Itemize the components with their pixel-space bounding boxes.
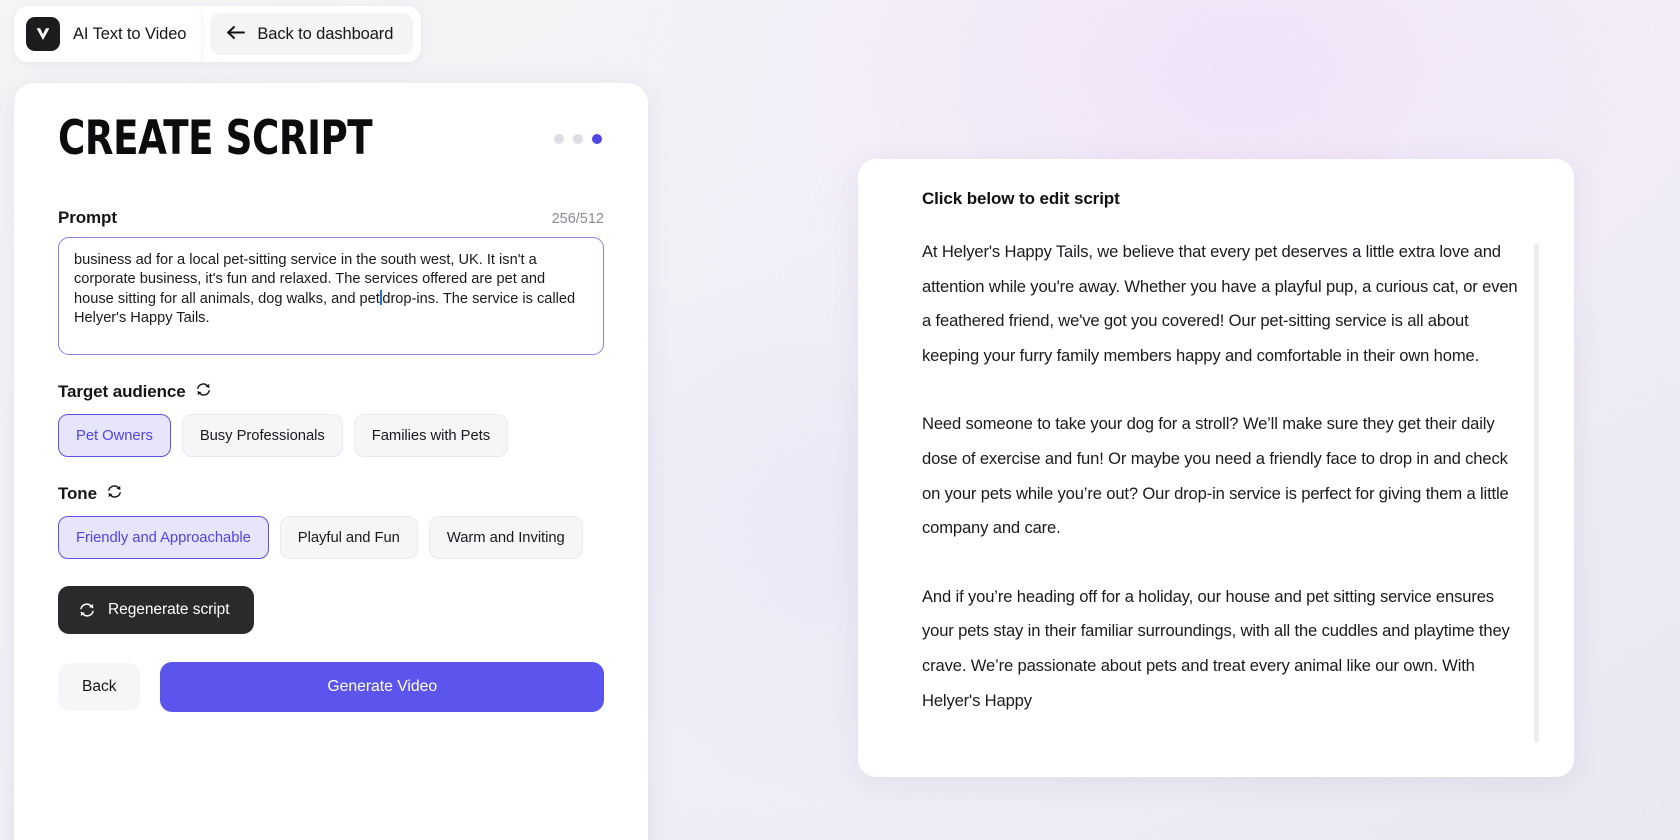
script-body[interactable]: At Helyer's Happy Tails, we believe that… — [922, 235, 1530, 718]
script-paragraph: At Helyer's Happy Tails, we believe that… — [922, 242, 1518, 365]
script-card-title: Click below to edit script — [922, 189, 1120, 208]
back-button[interactable]: Back — [58, 663, 141, 711]
prompt-field-header: Prompt 256/512 — [58, 208, 604, 228]
tone-option-friendly-and-approachable[interactable]: Friendly and Approachable — [58, 516, 269, 559]
target-audience-label: Target audience — [58, 382, 186, 401]
target-audience-option-busy-professionals[interactable]: Busy Professionals — [181, 414, 343, 457]
prompt-input[interactable]: business ad for a local pet-sitting serv… — [58, 237, 604, 355]
regenerate-script-button[interactable]: Regenerate script — [58, 586, 254, 634]
top-bar: AI Text to Video Back to dashboard — [14, 6, 422, 62]
script-scrollbar[interactable] — [1534, 243, 1539, 743]
back-to-dashboard-button[interactable]: Back to dashboard — [210, 13, 414, 55]
create-script-panel: CREATE SCRIPT Prompt 256/512 business ad… — [14, 83, 648, 840]
target-audience-option-pet-owners[interactable]: Pet Owners — [58, 414, 171, 457]
step-indicator — [554, 133, 602, 144]
script-paragraph: Need someone to take your dog for a stro… — [922, 414, 1509, 538]
script-preview-card[interactable]: Click below to edit script At Helyer's H… — [858, 159, 1574, 777]
target-audience-options: Pet Owners Busy Professionals Families w… — [58, 414, 604, 457]
step-dot-3[interactable] — [592, 133, 602, 144]
step-dot-1[interactable] — [554, 133, 564, 144]
prompt-char-counter: 256/512 — [551, 211, 604, 227]
back-to-dashboard-label: Back to dashboard — [257, 24, 394, 43]
target-audience-header: Target audience — [58, 381, 604, 403]
regenerate-script-label: Regenerate script — [108, 601, 230, 618]
tone-options: Friendly and Approachable Playful and Fu… — [58, 516, 604, 559]
refresh-icon[interactable] — [195, 381, 212, 403]
brand-name: AI Text to Video — [73, 24, 187, 43]
tone-label: Tone — [58, 484, 97, 503]
nav-card: Back to dashboard — [204, 6, 422, 62]
tone-header: Tone — [58, 483, 604, 505]
arrow-left-icon — [226, 24, 246, 44]
step-dot-2[interactable] — [573, 133, 583, 144]
brand-card: AI Text to Video — [14, 6, 205, 62]
refresh-icon[interactable] — [106, 483, 123, 505]
refresh-icon — [78, 601, 96, 619]
panel-header: CREATE SCRIPT — [58, 115, 604, 162]
target-audience-option-families-with-pets[interactable]: Families with Pets — [353, 414, 509, 457]
tone-option-warm-and-inviting[interactable]: Warm and Inviting — [428, 516, 583, 559]
prompt-label: Prompt — [58, 208, 117, 227]
script-paragraph: And if you’re heading off for a holiday,… — [922, 586, 1510, 710]
generate-video-button[interactable]: Generate Video — [160, 662, 604, 712]
tone-option-playful-and-fun[interactable]: Playful and Fun — [279, 516, 418, 559]
footer-actions: Back Generate Video — [58, 662, 604, 712]
v-logo-icon — [26, 17, 60, 51]
page-title: CREATE SCRIPT — [58, 111, 373, 166]
